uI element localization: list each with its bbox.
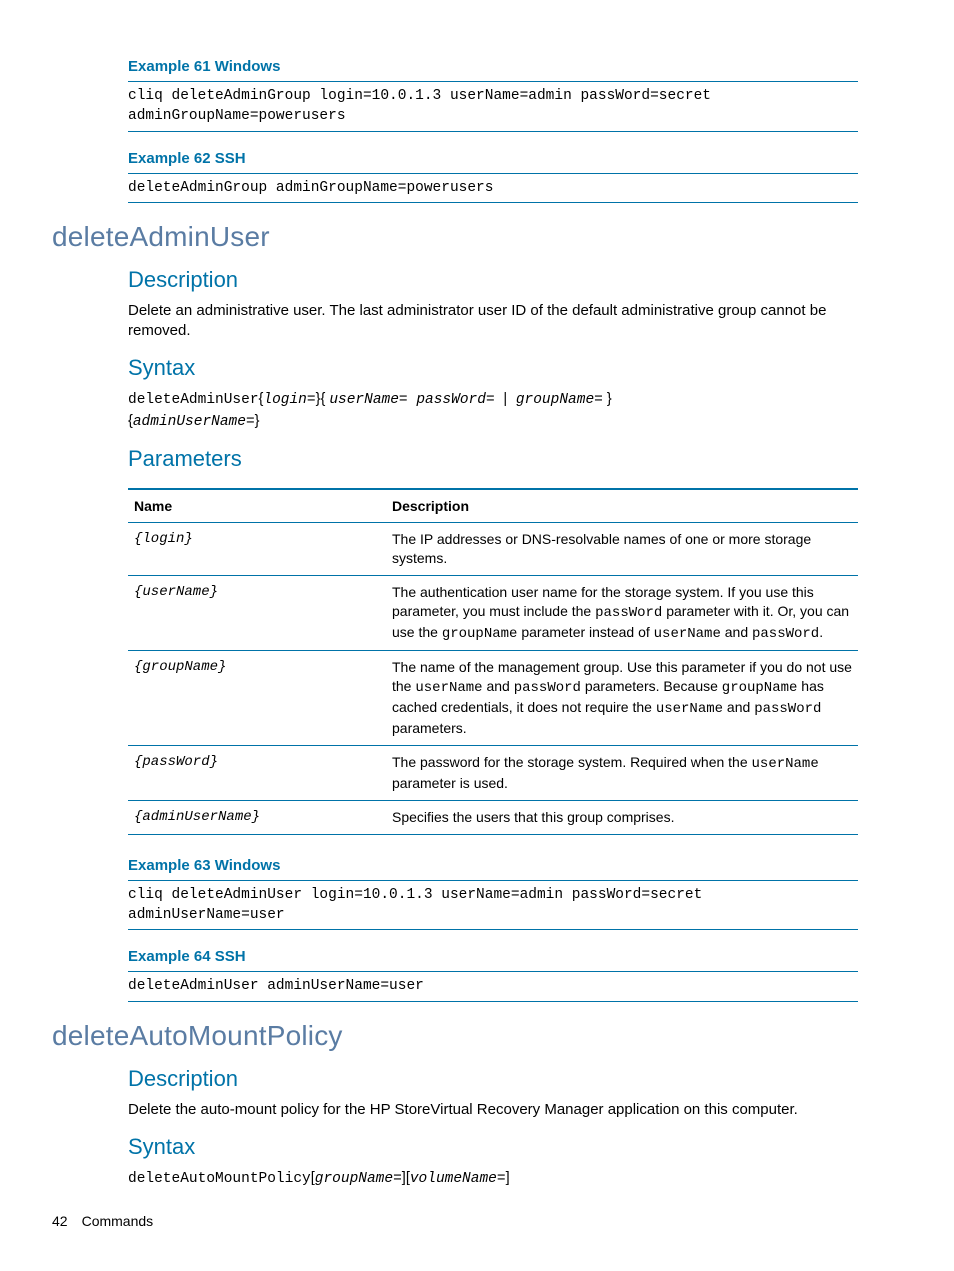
parameters-heading: Parameters [128,446,858,472]
param-name: {userName} [128,575,386,651]
table-row: {adminUserName} Specifies the users that… [128,800,858,834]
param-name: {passWord} [128,746,386,801]
description-heading-2: Description [128,1066,858,1092]
syntax-cmd: deleteAdminUser [128,392,259,408]
table-row: {passWord} The password for the storage … [128,746,858,801]
param-desc: The IP addresses or DNS-resolvable names… [386,522,858,575]
example-62-code: deleteAdminGroup adminGroupName=poweruse… [128,173,858,203]
example-62-heading: Example 62 SSH [128,150,858,167]
parameters-table: Name Description {login} The IP addresse… [128,488,858,835]
param-desc: The password for the storage system. Req… [386,746,858,801]
param-name: {adminUserName} [128,800,386,834]
example-63-code: cliq deleteAdminUser login=10.0.1.3 user… [128,880,858,931]
example-64-heading: Example 64 SSH [128,948,858,965]
example-61-code: cliq deleteAdminGroup login=10.0.1.3 use… [128,81,858,132]
description-heading: Description [128,267,858,293]
footer-label: Commands [82,1213,154,1229]
syntax-heading-2: Syntax [128,1134,858,1160]
syntax-heading: Syntax [128,355,858,381]
example-64-code: deleteAdminUser adminUserName=user [128,971,858,1001]
table-row: {login} The IP addresses or DNS-resolvab… [128,522,858,575]
param-desc: Specifies the users that this group comp… [386,800,858,834]
description-text: Delete an administrative user. The last … [128,301,858,342]
param-desc: The name of the management group. Use th… [386,651,858,746]
param-desc: The authentication user name for the sto… [386,575,858,651]
table-row: {userName} The authentication user name … [128,575,858,651]
param-name: {groupName} [128,651,386,746]
col-description: Description [386,489,858,523]
param-name: {login} [128,522,386,575]
section-deleteadminuser-heading: deleteAdminUser [52,221,858,253]
page-footer: 42 Commands [52,1213,153,1229]
page-number: 42 [52,1213,68,1229]
col-name: Name [128,489,386,523]
example-63-heading: Example 63 Windows [128,857,858,874]
syntax-deleteautomountpolicy: deleteAutoMountPolicy[groupName=][volume… [128,1168,858,1189]
syntax-cmd-2: deleteAutoMountPolicy [128,1171,311,1187]
description-text-2: Delete the auto-mount policy for the HP … [128,1100,858,1120]
example-61-heading: Example 61 Windows [128,58,858,75]
syntax-deleteadminuser: deleteAdminUser{login=}{ userName= passW… [128,389,858,432]
table-row: {groupName} The name of the management g… [128,651,858,746]
table-header-row: Name Description [128,489,858,523]
section-deleteautomountpolicy-heading: deleteAutoMountPolicy [52,1020,858,1052]
